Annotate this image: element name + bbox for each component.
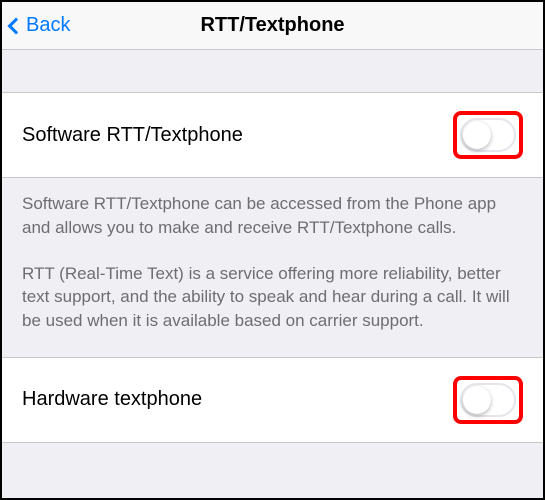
hardware-textphone-toggle[interactable] bbox=[460, 383, 516, 417]
nav-bar: Back RTT/Textphone bbox=[2, 2, 543, 50]
info-paragraph: RTT (Real-Time Text) is a service offeri… bbox=[22, 262, 523, 333]
info-paragraph: Software RTT/Textphone can be accessed f… bbox=[22, 192, 523, 240]
setting-hardware-textphone: Hardware textphone bbox=[2, 357, 543, 443]
setting-label: Hardware textphone bbox=[22, 388, 202, 411]
toggle-highlight bbox=[453, 376, 523, 424]
toggle-highlight bbox=[453, 111, 523, 159]
page-title: RTT/Textphone bbox=[200, 14, 344, 37]
back-label: Back bbox=[26, 14, 70, 37]
setting-label: Software RTT/Textphone bbox=[22, 124, 243, 147]
toggle-knob bbox=[463, 386, 491, 414]
info-section: Software RTT/Textphone can be accessed f… bbox=[2, 178, 543, 357]
chevron-left-icon bbox=[8, 17, 25, 34]
section-spacer bbox=[2, 50, 543, 92]
software-rtt-toggle[interactable] bbox=[460, 118, 516, 152]
back-button[interactable]: Back bbox=[2, 14, 70, 37]
setting-software-rtt: Software RTT/Textphone bbox=[2, 92, 543, 178]
toggle-knob bbox=[463, 121, 491, 149]
